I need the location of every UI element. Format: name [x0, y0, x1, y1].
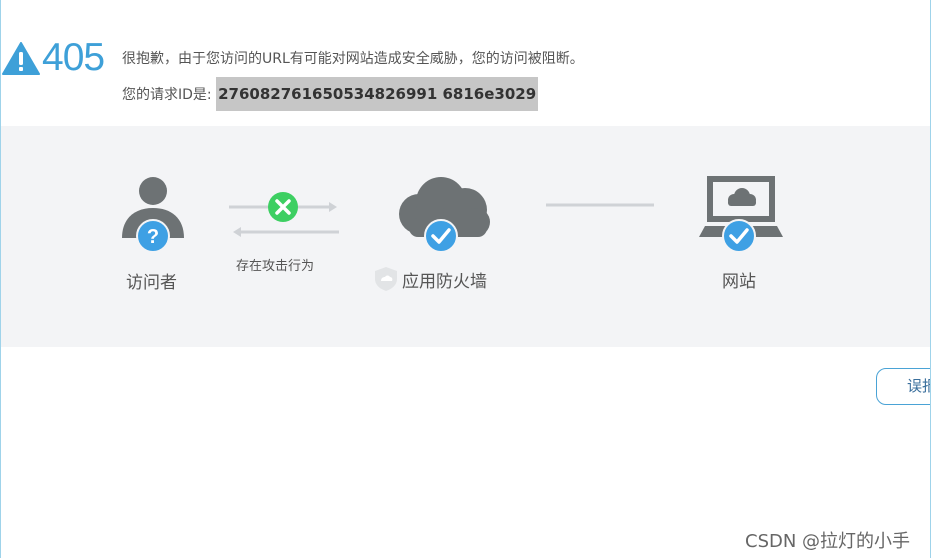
- request-id-line: 您的请求ID是: 276082761650534826991 6816e3029: [122, 77, 539, 111]
- firewall-label: 应用防火墙: [402, 272, 487, 292]
- error-header: 405 很抱歉，由于您访问的URL有可能对网站造成安全威胁，您的访问被阻断。 您…: [1, 0, 930, 126]
- shield-icon: [375, 267, 397, 291]
- connector-line: [546, 203, 654, 207]
- attack-label: 存在攻击行为: [236, 259, 315, 274]
- request-id-value: 276082761650534826991 6816e3029: [216, 77, 539, 111]
- visitor-icon: ?: [122, 177, 184, 253]
- csdn-watermark: CSDN @拉灯的小手: [745, 531, 911, 552]
- website-laptop-icon: [699, 176, 783, 253]
- error-message: 很抱歉，由于您访问的URL有可能对网站造成安全威胁，您的访问被阻断。: [122, 51, 584, 67]
- error-page: 405 很抱歉，由于您访问的URL有可能对网站造成安全威胁，您的访问被阻断。 您…: [0, 0, 931, 558]
- warning-icon: [2, 42, 40, 75]
- blocked-arrows-icon: [229, 192, 339, 237]
- error-code: 405: [42, 36, 105, 79]
- visitor-label: 访问者: [126, 273, 177, 293]
- svg-text:?: ?: [147, 226, 159, 248]
- false-positive-button[interactable]: 误报: [876, 368, 930, 405]
- website-label: 网站: [722, 272, 756, 292]
- firewall-cloud-icon: [399, 177, 490, 253]
- request-id-label: 您的请求ID是:: [122, 87, 217, 103]
